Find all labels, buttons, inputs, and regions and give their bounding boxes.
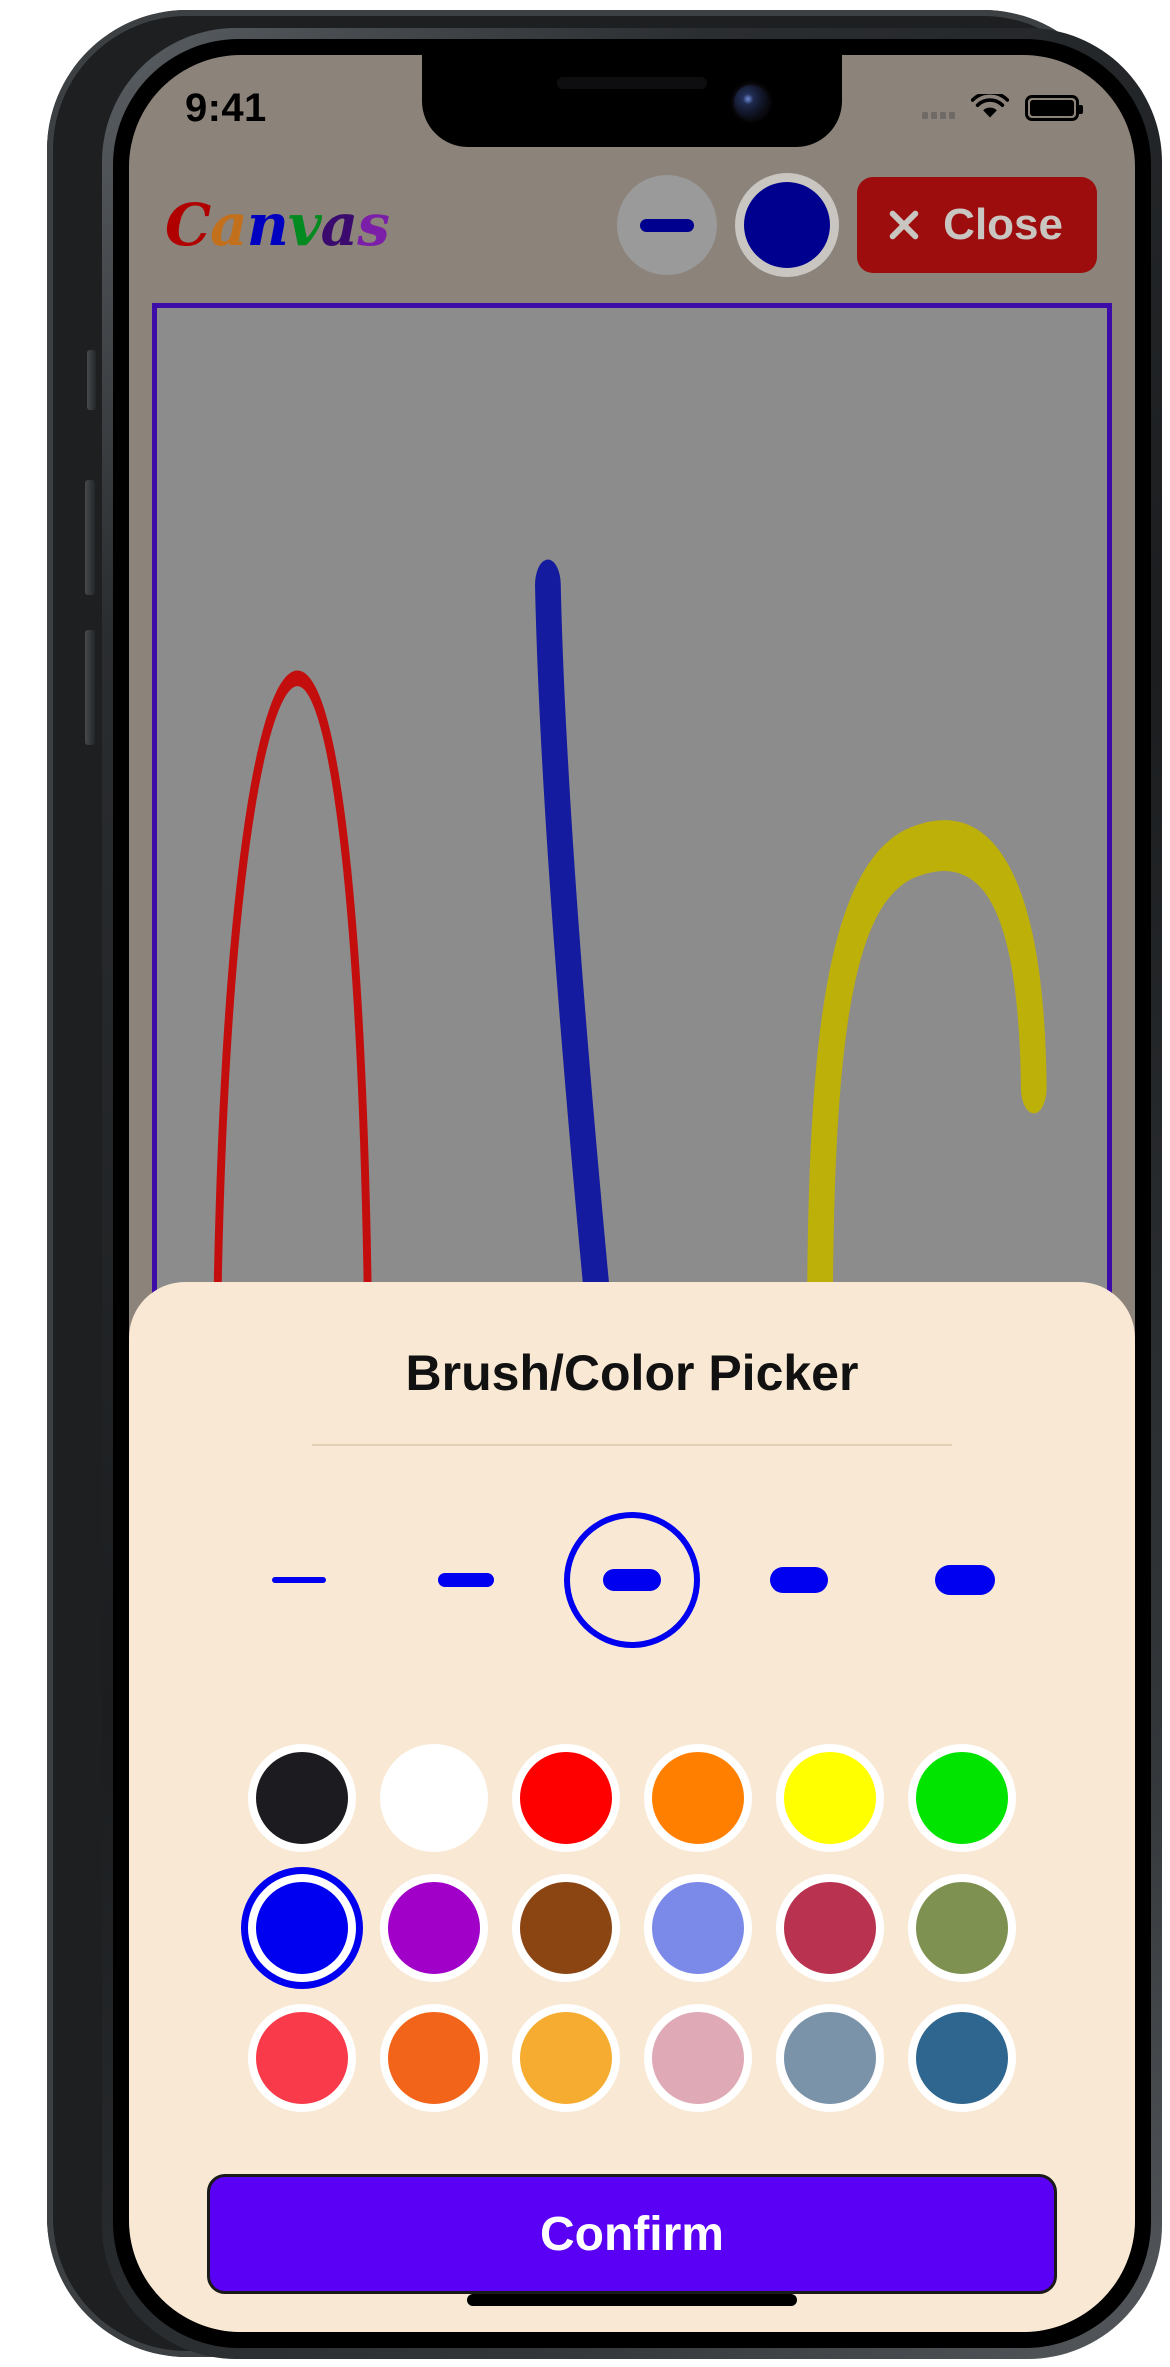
phone-screen: 9:41 Canvas Close Brush/Color Picker Con… bbox=[129, 55, 1135, 2332]
logo-letter-2: a bbox=[210, 191, 248, 259]
color-brown[interactable] bbox=[512, 1874, 620, 1982]
brush-stroke-icon bbox=[640, 218, 695, 232]
front-camera-icon bbox=[734, 85, 768, 119]
color-swatch-cell bbox=[505, 2004, 627, 2112]
logo-letter-3: n bbox=[246, 191, 289, 259]
notch bbox=[422, 55, 842, 147]
color-swatch-cell bbox=[901, 2004, 1023, 2112]
close-button[interactable]: Close bbox=[857, 177, 1097, 273]
color-blue[interactable] bbox=[248, 1874, 356, 1982]
screenshot-root: 9:41 Canvas Close Brush/Color Picker Con… bbox=[0, 0, 1170, 2367]
color-swatch-cell bbox=[637, 1744, 759, 1852]
cellular-signal-icon bbox=[922, 97, 955, 119]
color-orange[interactable] bbox=[644, 1744, 752, 1852]
status-icons bbox=[922, 91, 1083, 122]
blue-stroke bbox=[441, 559, 695, 1426]
color-black[interactable] bbox=[248, 1744, 356, 1852]
logo-letter-4: v bbox=[287, 191, 322, 259]
brush-size-options bbox=[153, 1446, 1111, 1648]
silent-switch[interactable] bbox=[87, 350, 96, 410]
confirm-button-wrap: Confirm bbox=[153, 2112, 1111, 2294]
color-yellow[interactable] bbox=[776, 1744, 884, 1852]
current-color-swatch bbox=[744, 182, 831, 268]
color-olive[interactable] bbox=[908, 1874, 1016, 1982]
brush-color-picker-sheet: Brush/Color Picker Confirm bbox=[129, 1282, 1135, 2332]
color-swatch-cell bbox=[637, 2004, 759, 2112]
brush-size-option-extra-large[interactable] bbox=[897, 1512, 1033, 1648]
confirm-button[interactable]: Confirm bbox=[207, 2174, 1057, 2294]
color-swatch-cell bbox=[241, 1744, 363, 1852]
color-coral[interactable] bbox=[248, 2004, 356, 2112]
brush-stroke-preview-icon bbox=[603, 1569, 661, 1591]
color-swatch-cell bbox=[373, 2004, 495, 2112]
color-white[interactable] bbox=[380, 1744, 488, 1852]
app-header: Canvas Close bbox=[129, 160, 1135, 290]
color-swatch-grid bbox=[153, 1648, 1111, 2112]
current-color-button[interactable] bbox=[735, 173, 840, 277]
app-logo: Canvas bbox=[165, 191, 390, 259]
close-button-label: Close bbox=[943, 200, 1063, 249]
earpiece-speaker bbox=[557, 77, 707, 89]
color-swatch-cell bbox=[901, 1874, 1023, 1982]
color-red[interactable] bbox=[512, 1744, 620, 1852]
color-swatch-cell bbox=[373, 1744, 495, 1852]
wifi-icon bbox=[970, 91, 1010, 122]
color-swatch-cell bbox=[769, 2004, 891, 2112]
color-swatch-cell bbox=[373, 1874, 495, 1982]
logo-letter-6: s bbox=[357, 191, 390, 259]
brush-stroke-preview-icon bbox=[935, 1565, 995, 1595]
color-slate[interactable] bbox=[776, 2004, 884, 2112]
color-swatch-cell bbox=[505, 1744, 627, 1852]
volume-up-button[interactable] bbox=[85, 480, 95, 595]
brush-size-option-small[interactable] bbox=[398, 1512, 534, 1648]
color-tangerine[interactable] bbox=[380, 2004, 488, 2112]
color-swatch-cell bbox=[241, 1874, 363, 1982]
color-swatch-cell bbox=[241, 2004, 363, 2112]
status-time: 9:41 bbox=[185, 85, 267, 130]
color-pink[interactable] bbox=[644, 2004, 752, 2112]
brush-size-button[interactable] bbox=[617, 175, 718, 275]
color-green[interactable] bbox=[908, 1744, 1016, 1852]
color-swatch-cell bbox=[769, 1874, 891, 1982]
brush-stroke-preview-icon bbox=[272, 1577, 326, 1583]
color-amber[interactable] bbox=[512, 2004, 620, 2112]
brush-size-option-extra-small[interactable] bbox=[231, 1512, 367, 1648]
logo-letter-5: a bbox=[320, 191, 359, 259]
brush-size-option-medium[interactable] bbox=[564, 1512, 700, 1648]
sheet-title: Brush/Color Picker bbox=[405, 1345, 859, 1401]
close-x-icon bbox=[887, 208, 921, 242]
color-swatch-cell bbox=[637, 1874, 759, 1982]
color-swatch-cell bbox=[769, 1744, 891, 1852]
color-swatch-cell bbox=[505, 1874, 627, 1982]
color-purple[interactable] bbox=[380, 1874, 488, 1982]
color-periwinkle[interactable] bbox=[644, 1874, 752, 1982]
volume-down-button[interactable] bbox=[85, 630, 95, 745]
color-crimson[interactable] bbox=[776, 1874, 884, 1982]
color-steel-blue[interactable] bbox=[908, 2004, 1016, 2112]
home-indicator[interactable] bbox=[467, 2294, 797, 2306]
phone-frame: 9:41 Canvas Close Brush/Color Picker Con… bbox=[47, 10, 1162, 2359]
brush-stroke-preview-icon bbox=[769, 1567, 828, 1593]
color-swatch-cell bbox=[901, 1744, 1023, 1852]
battery-full-icon bbox=[1025, 95, 1083, 121]
brush-stroke-preview-icon bbox=[437, 1573, 494, 1587]
logo-letter-1: C bbox=[165, 191, 211, 259]
brush-size-option-large[interactable] bbox=[731, 1512, 867, 1648]
